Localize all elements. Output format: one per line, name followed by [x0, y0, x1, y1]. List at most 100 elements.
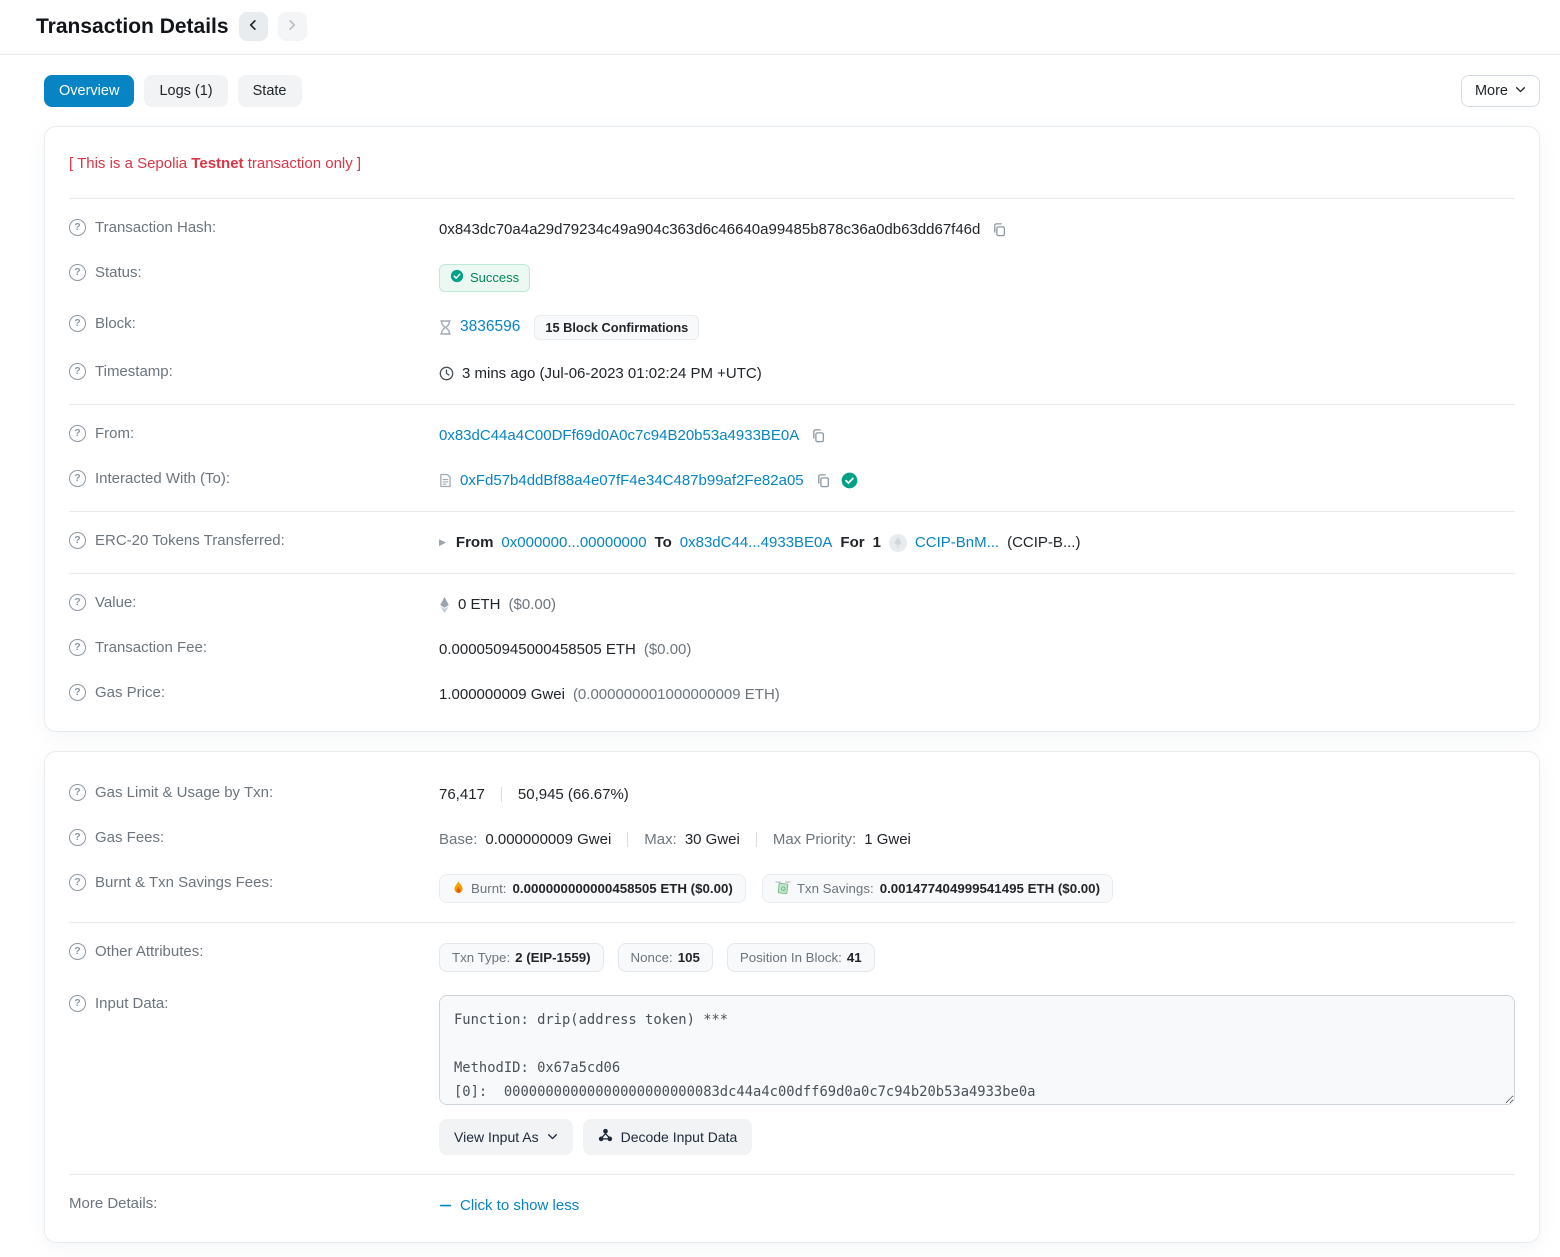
- tab-overview[interactable]: Overview: [44, 75, 134, 107]
- gas-price-eth: (0.000000001000000009 ETH): [573, 686, 780, 703]
- more-dropdown-label: More: [1475, 83, 1508, 99]
- help-icon[interactable]: ?: [69, 684, 86, 701]
- page-title: Transaction Details: [36, 15, 229, 39]
- burnt-savings-label: Burnt & Txn Savings Fees:: [95, 874, 273, 891]
- input-data-textarea[interactable]: Function: drip(address token) *** Method…: [439, 995, 1515, 1105]
- help-icon[interactable]: ?: [69, 470, 86, 487]
- help-icon[interactable]: ?: [69, 532, 86, 549]
- row-gas-limit: ? Gas Limit & Usage by Txn: 76,417 50,94…: [69, 772, 1515, 817]
- txn-type-key: Txn Type:: [452, 950, 510, 965]
- section-divider: [69, 404, 1515, 405]
- from-address-link[interactable]: 0x83dC44a4C00DFf69d0A0c7c94B20b53a4933BE…: [439, 427, 799, 444]
- tab-state[interactable]: State: [238, 75, 302, 107]
- row-timestamp: ? Timestamp: 3 mins ago (Jul-06-2023 01:…: [69, 351, 1515, 396]
- click-to-show-less-label: Click to show less: [460, 1197, 579, 1214]
- verified-check-icon: [841, 472, 858, 489]
- more-details-label: More Details:: [69, 1195, 157, 1212]
- gas-price-label: Gas Price:: [95, 684, 165, 701]
- nonce-key: Nonce:: [631, 950, 673, 965]
- help-icon[interactable]: ?: [69, 425, 86, 442]
- more-dropdown-button[interactable]: More: [1461, 75, 1540, 107]
- help-icon[interactable]: ?: [69, 639, 86, 656]
- decode-input-data-button[interactable]: Decode Input Data: [583, 1119, 753, 1155]
- overview-card: [ This is a Sepolia Testnet transaction …: [44, 126, 1540, 732]
- row-value: ? Value: 0 ETH ($0.00): [69, 582, 1515, 627]
- status-badge: Success: [439, 264, 530, 292]
- chevron-left-icon: [247, 19, 259, 34]
- position-key: Position In Block:: [740, 950, 842, 965]
- copy-icon[interactable]: [992, 222, 1007, 237]
- section-divider: [69, 198, 1515, 199]
- help-icon[interactable]: ?: [69, 264, 86, 281]
- next-transaction-button[interactable]: [278, 12, 307, 41]
- separator: [501, 787, 502, 802]
- chevron-right-icon: [286, 19, 298, 34]
- input-data-label: Input Data:: [95, 995, 168, 1012]
- position-value: 41: [847, 950, 862, 965]
- transaction-fee-usd: ($0.00): [644, 641, 692, 658]
- transaction-fee-eth: 0.000050945000458505 ETH: [439, 641, 636, 658]
- status-label: Status:: [95, 264, 142, 281]
- max-fee-label: Max:: [644, 831, 677, 848]
- txn-type-value: 2 (EIP-1559): [515, 950, 590, 965]
- transaction-fee-label: Transaction Fee:: [95, 639, 207, 656]
- gas-limit-value: 76,417: [439, 786, 485, 803]
- txn-savings-key: Txn Savings:: [797, 881, 874, 896]
- help-icon[interactable]: ?: [69, 219, 86, 236]
- erc20-to-address-link[interactable]: 0x83dC44...4933BE0A: [680, 534, 833, 551]
- erc20-transfers-label: ERC-20 Tokens Transferred:: [95, 532, 285, 549]
- txn-savings-badge: Txn Savings: 0.001477404999541495 ETH ($…: [762, 874, 1113, 903]
- help-icon[interactable]: ?: [69, 784, 86, 801]
- testnet-notice-bold: Testnet: [191, 155, 243, 172]
- view-input-as-label: View Input As: [454, 1129, 539, 1145]
- base-fee-value: 0.000000009 Gwei: [485, 831, 611, 848]
- erc20-to-word: To: [655, 534, 672, 551]
- help-icon[interactable]: ?: [69, 363, 86, 380]
- help-icon[interactable]: ?: [69, 829, 86, 846]
- row-input-data: ? Input Data: Function: drip(address tok…: [69, 983, 1515, 1166]
- view-input-as-button[interactable]: View Input As: [439, 1119, 573, 1155]
- help-icon[interactable]: ?: [69, 943, 86, 960]
- nonce-value: 105: [678, 950, 700, 965]
- to-address-link[interactable]: 0xFd57b4ddBf88a4e07fF4e34C487b99af2Fe82a…: [460, 472, 804, 489]
- help-icon[interactable]: ?: [69, 995, 86, 1012]
- row-interacted-with: ? Interacted With (To): 0xFd57b4ddBf88a4…: [69, 458, 1515, 503]
- erc20-token-link[interactable]: CCIP-BnM...: [915, 534, 999, 551]
- other-attributes-label: Other Attributes:: [95, 943, 203, 960]
- chevron-down-icon: [547, 1129, 558, 1145]
- flame-icon: [452, 881, 465, 896]
- block-label: Block:: [95, 315, 136, 332]
- erc20-from-address-link[interactable]: 0x000000...00000000: [501, 534, 646, 551]
- copy-icon[interactable]: [811, 428, 826, 443]
- help-icon[interactable]: ?: [69, 315, 86, 332]
- section-divider: [69, 573, 1515, 574]
- section-divider: [69, 511, 1515, 512]
- row-erc20-transfers: ? ERC-20 Tokens Transferred: ▶ From 0x00…: [69, 520, 1515, 565]
- caret-right-icon[interactable]: ▶: [439, 537, 446, 548]
- burnt-fee-value: 0.000000000000458505 ETH ($0.00): [512, 881, 732, 896]
- previous-transaction-button[interactable]: [239, 12, 268, 41]
- click-to-show-less-link[interactable]: Click to show less: [439, 1197, 579, 1214]
- block-number-link[interactable]: 3836596: [460, 318, 520, 336]
- copy-icon[interactable]: [816, 473, 831, 488]
- money-wings-icon: [775, 881, 791, 895]
- section-divider: [69, 922, 1515, 923]
- hourglass-icon: [439, 320, 452, 335]
- eth-diamond-icon: [439, 597, 450, 613]
- status-badge-label: Success: [470, 270, 519, 285]
- value-eth: 0 ETH: [458, 596, 501, 613]
- tab-logs[interactable]: Logs (1): [144, 75, 227, 107]
- minus-icon: [439, 1199, 452, 1212]
- value-usd: ($0.00): [509, 596, 557, 613]
- row-more-details: More Details: Click to show less: [69, 1183, 1515, 1228]
- tabs-row: Overview Logs (1) State More: [44, 75, 1540, 107]
- row-burnt-savings: ? Burnt & Txn Savings Fees: Burnt: 0.000…: [69, 862, 1515, 914]
- decode-nodes-icon: [598, 1128, 613, 1146]
- help-icon[interactable]: ?: [69, 874, 86, 891]
- burnt-fee-badge: Burnt: 0.000000000000458505 ETH ($0.00): [439, 874, 746, 903]
- row-gas-fees: ? Gas Fees: Base: 0.000000009 Gwei Max: …: [69, 817, 1515, 862]
- help-icon[interactable]: ?: [69, 594, 86, 611]
- row-from: ? From: 0x83dC44a4C00DFf69d0A0c7c94B20b5…: [69, 413, 1515, 458]
- row-other-attributes: ? Other Attributes: Txn Type: 2 (EIP-155…: [69, 931, 1515, 983]
- page-header: Transaction Details: [36, 0, 1540, 54]
